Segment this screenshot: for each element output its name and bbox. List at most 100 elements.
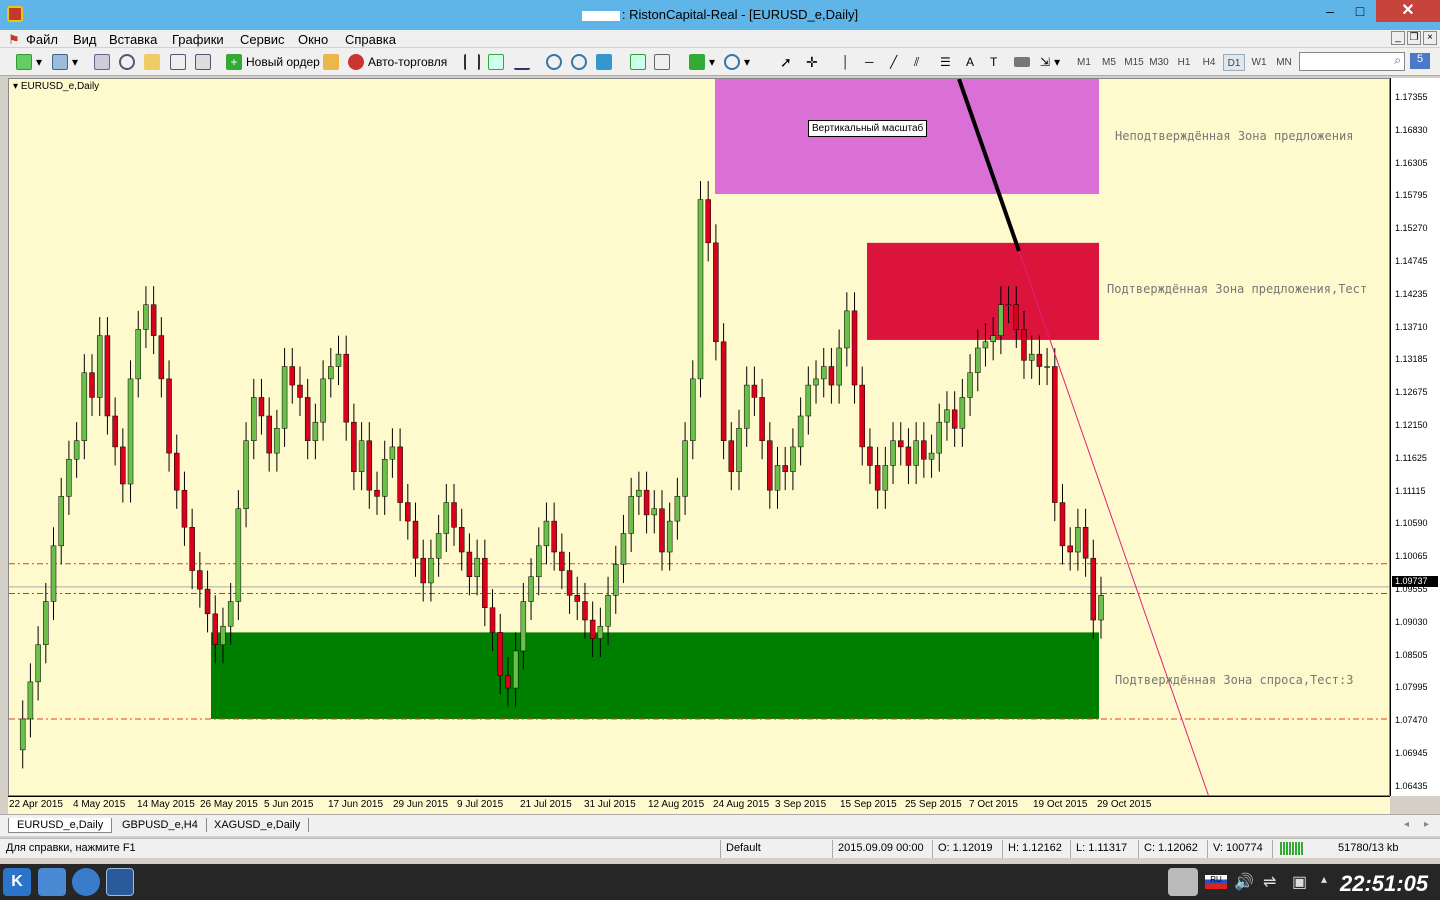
tab-scroll-left-icon[interactable]: ◂ bbox=[1404, 819, 1409, 830]
fibonacci-icon[interactable]: ☰ bbox=[940, 53, 951, 71]
arrows-icon[interactable]: ⇲ ▾ bbox=[1040, 53, 1060, 71]
candle-body bbox=[528, 576, 534, 602]
connection-bars-icon[interactable] bbox=[1280, 842, 1304, 855]
auto-scroll-icon[interactable] bbox=[630, 53, 646, 71]
menu-window[interactable]: Окно bbox=[298, 32, 328, 47]
menu-tools[interactable]: Сервис bbox=[240, 32, 285, 47]
folder-icon[interactable] bbox=[144, 53, 160, 71]
timeframe-d1[interactable]: D1 bbox=[1223, 54, 1245, 71]
candle-body bbox=[43, 601, 49, 646]
candle-body bbox=[613, 564, 619, 596]
maximize-button[interactable]: □ bbox=[1345, 0, 1375, 22]
status-high: H: 1.12162 bbox=[1008, 842, 1062, 854]
new-chart-icon[interactable]: ▾ bbox=[16, 53, 42, 71]
price-label: 1.13185 bbox=[1395, 354, 1428, 365]
child-restore-button[interactable]: ❐ bbox=[1407, 31, 1421, 45]
menu-view[interactable]: Вид bbox=[73, 32, 97, 47]
tab-gbpusd[interactable]: GBPUSD_e,H4 bbox=[114, 818, 207, 832]
child-close-button[interactable]: × bbox=[1423, 31, 1437, 45]
vertical-line-icon[interactable]: │ bbox=[842, 53, 850, 71]
timeframe-m5[interactable]: M5 bbox=[1098, 54, 1120, 71]
candle-body bbox=[975, 347, 981, 373]
bar-chart-icon[interactable] bbox=[464, 53, 480, 71]
tab-xagusd[interactable]: XAGUSD_e,Daily bbox=[206, 818, 310, 832]
search-input[interactable]: ⌕ bbox=[1299, 52, 1405, 71]
tab-scroll-right-icon[interactable]: ▸ bbox=[1424, 819, 1429, 830]
text-tool-icon[interactable]: A bbox=[966, 53, 974, 71]
search-icon[interactable]: ⌕ bbox=[1394, 53, 1401, 68]
menu-app-icon[interactable]: ⚑ bbox=[8, 32, 20, 48]
candle-body bbox=[512, 650, 519, 689]
redacted-account bbox=[581, 10, 620, 21]
meta-editor-icon[interactable] bbox=[323, 53, 339, 71]
time-axis[interactable]: 22 Apr 2015 4 May 2015 14 May 2015 26 May 2… bbox=[8, 796, 1390, 814]
printer-icon[interactable] bbox=[1168, 868, 1198, 896]
clock[interactable]: 22:51:05 bbox=[1340, 871, 1428, 897]
symbol-text: EURUSD_e,Daily bbox=[20, 81, 100, 92]
clipboard-icon[interactable]: ▣ bbox=[1292, 872, 1307, 892]
time-label: 29 Oct 2015 bbox=[1097, 799, 1152, 810]
browser-icon[interactable] bbox=[72, 868, 100, 896]
profiles-icon[interactable]: ▾ bbox=[52, 53, 78, 71]
timeframe-h1[interactable]: H1 bbox=[1173, 54, 1195, 71]
tester-icon[interactable] bbox=[195, 53, 211, 71]
crosshair-icon[interactable]: ✛ bbox=[806, 53, 818, 71]
time-label: 5 Jun 2015 bbox=[264, 799, 314, 810]
demand-confirmed-label: Подтверждённая Зона спроса,Тест:3 bbox=[1115, 673, 1354, 687]
tray-expand-icon[interactable]: ▴ bbox=[1321, 872, 1327, 886]
arrow-label-icon[interactable] bbox=[1014, 53, 1030, 71]
start-menu-icon[interactable]: K bbox=[3, 868, 31, 896]
minimize-button[interactable]: – bbox=[1315, 0, 1345, 22]
candle-body bbox=[836, 347, 842, 386]
chart-shift-icon[interactable] bbox=[654, 53, 670, 71]
price-axis[interactable]: 1.17355 1.16830 1.16305 1.15795 1.15270 1.147… bbox=[1390, 78, 1440, 796]
indicators-icon[interactable]: ▾ bbox=[689, 53, 715, 71]
menu-file[interactable]: Файл bbox=[26, 32, 58, 47]
time-label: 12 Aug 2015 bbox=[648, 799, 705, 810]
network-icon[interactable]: ⇌ bbox=[1263, 872, 1276, 892]
candle-body bbox=[713, 242, 719, 343]
terminal-icon[interactable] bbox=[170, 53, 186, 71]
child-minimize-button[interactable]: _ bbox=[1391, 31, 1405, 45]
candle-body bbox=[1005, 304, 1012, 306]
notification-badge[interactable]: 5 bbox=[1410, 53, 1430, 69]
timeframe-h4[interactable]: H4 bbox=[1198, 54, 1220, 71]
timeframe-mn[interactable]: MN bbox=[1273, 54, 1295, 71]
volume-icon[interactable]: 🔊 bbox=[1234, 872, 1254, 892]
status-datetime: 2015.09.09 00:00 bbox=[838, 842, 924, 854]
candle-body bbox=[628, 496, 634, 534]
auto-trading-button[interactable]: Авто-торговля bbox=[348, 53, 447, 71]
chart-area[interactable]: ▾ EURUSD_e,Daily Вертикальный масштаб Не… bbox=[8, 78, 1390, 796]
cursor-icon[interactable]: ➚ bbox=[780, 53, 792, 71]
periods-icon[interactable]: ▾ bbox=[724, 53, 750, 71]
metatrader-task-icon[interactable] bbox=[106, 868, 134, 896]
menu-help[interactable]: Справка bbox=[345, 32, 396, 47]
time-label: 22 Apr 2015 bbox=[9, 799, 63, 810]
timeframe-m1[interactable]: M1 bbox=[1073, 54, 1095, 71]
navigator-icon[interactable] bbox=[119, 53, 135, 71]
menu-charts[interactable]: Графики bbox=[172, 32, 224, 47]
menu-insert[interactable]: Вставка bbox=[109, 32, 157, 47]
horizontal-line-icon[interactable]: ─ bbox=[865, 53, 874, 71]
market-watch-icon[interactable] bbox=[94, 53, 110, 71]
keyboard-layout-icon[interactable]: RU bbox=[1205, 875, 1227, 889]
time-label: 7 Oct 2015 bbox=[969, 799, 1018, 810]
timeframe-m30[interactable]: M30 bbox=[1148, 54, 1170, 71]
candles-icon[interactable] bbox=[488, 53, 504, 71]
tab-eurusd[interactable]: EURUSD_e,Daily bbox=[8, 818, 113, 833]
trendline-icon[interactable]: ╱ bbox=[890, 53, 897, 71]
window-title: : RistonCapital-Real - [EURUSD_e,Daily] bbox=[0, 7, 1440, 22]
timeframe-m15[interactable]: M15 bbox=[1123, 54, 1145, 71]
zoom-in-icon[interactable] bbox=[546, 53, 562, 71]
equidistant-channel-icon[interactable]: ⫽ bbox=[914, 53, 919, 71]
tile-windows-icon[interactable] bbox=[596, 53, 612, 71]
candle-body bbox=[589, 619, 596, 639]
close-button[interactable]: ✕ bbox=[1376, 0, 1440, 22]
new-order-button[interactable]: + Новый ордер bbox=[226, 53, 320, 71]
text-label-icon[interactable]: T bbox=[990, 53, 997, 71]
timeframe-w1[interactable]: W1 bbox=[1248, 54, 1270, 71]
line-chart-icon[interactable] bbox=[514, 53, 530, 71]
file-manager-icon[interactable] bbox=[38, 868, 66, 896]
chart-tabs: EURUSD_e,Daily GBPUSD_e,H4 XAGUSD_e,Dail… bbox=[0, 814, 1440, 836]
zoom-out-icon[interactable] bbox=[571, 53, 587, 71]
